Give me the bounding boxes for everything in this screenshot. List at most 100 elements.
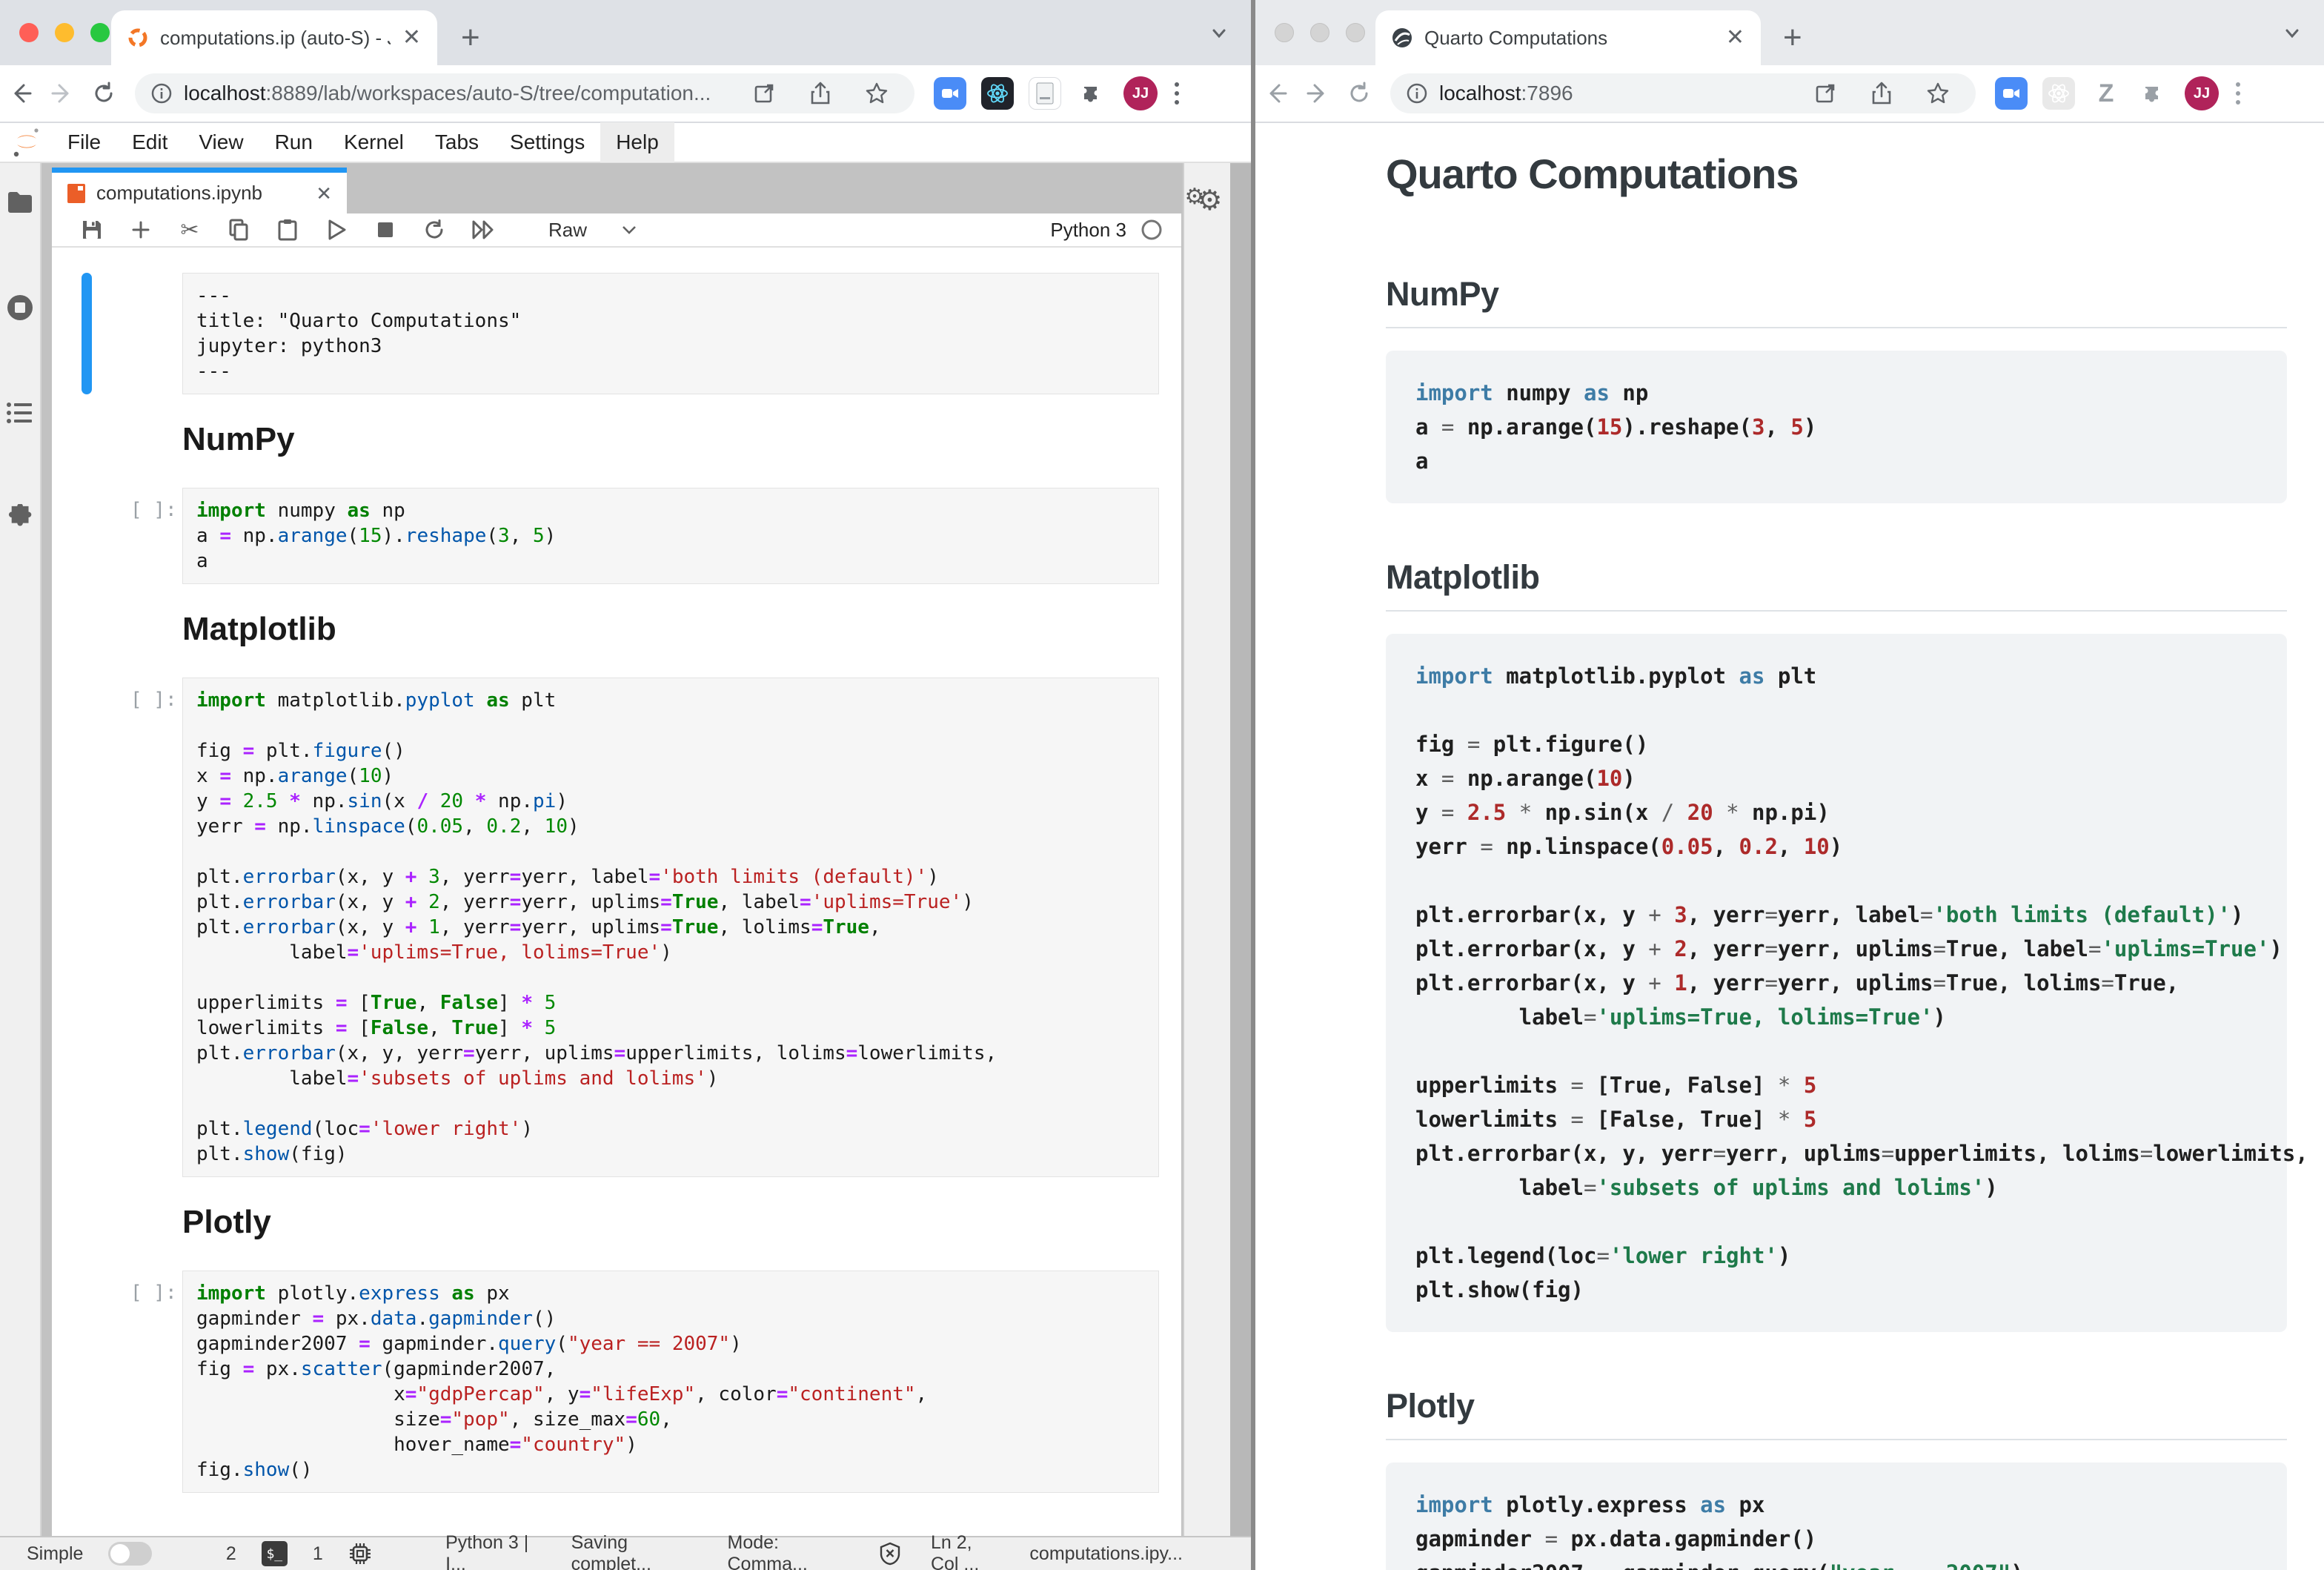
open-in-new-icon[interactable] xyxy=(1802,82,1848,105)
browser-tab-jupyter[interactable]: computations.ip (auto-S) - Jup ✕ xyxy=(111,10,437,65)
simple-mode-toggle[interactable] xyxy=(108,1542,152,1566)
browser-menu-icon[interactable] xyxy=(2234,80,2242,107)
share-icon[interactable] xyxy=(797,82,843,105)
jupyter-dock: computations.ipynb ✕ ✂ xyxy=(0,163,1251,1536)
left-url-bar: localhost:8889/lab/workspaces/auto-S/tre… xyxy=(0,65,1251,122)
section-heading-plotly[interactable]: Plotly xyxy=(182,1204,271,1241)
table-of-contents-icon[interactable] xyxy=(7,402,33,424)
address-bar[interactable]: localhost:8889/lab/workspaces/auto-S/tre… xyxy=(135,73,914,113)
raw-cell[interactable]: ---title: "Quarto Computations"jupyter: … xyxy=(182,273,1159,394)
url-text[interactable]: localhost:7896 xyxy=(1439,82,1792,105)
matplotlib-code-cell[interactable]: import matplotlib.pyplot as plt fig = pl… xyxy=(182,678,1159,1177)
left-tab-strip: computations.ip (auto-S) - Jup ✕ + xyxy=(0,0,1251,65)
open-in-new-icon[interactable] xyxy=(741,82,787,105)
share-icon[interactable] xyxy=(1859,82,1905,105)
new-tab-button[interactable]: + xyxy=(461,19,480,56)
minimize-window-button[interactable] xyxy=(1310,23,1329,42)
browser-tab-quarto[interactable]: Quarto Computations ✕ xyxy=(1375,10,1761,65)
site-info-icon[interactable] xyxy=(1405,82,1429,105)
profile-avatar[interactable]: JJ xyxy=(1123,76,1158,110)
tab-close-icon[interactable]: ✕ xyxy=(402,27,421,49)
kernel-indicator[interactable]: Python 3 xyxy=(1050,218,1163,242)
copy-cells-icon[interactable] xyxy=(225,219,252,241)
bookmark-star-icon[interactable] xyxy=(854,81,900,106)
menu-file[interactable]: File xyxy=(52,122,116,162)
zoom-window-button[interactable] xyxy=(1346,23,1365,42)
quarto-page[interactable]: Quarto Computations NumPy import numpy a… xyxy=(1255,123,2324,1570)
menu-kernel[interactable]: Kernel xyxy=(328,122,419,162)
trust-shield-icon[interactable] xyxy=(879,1542,901,1566)
statusbar-filename: computations.ipy... xyxy=(1029,1543,1183,1565)
file-browser-icon[interactable] xyxy=(7,191,33,213)
interrupt-kernel-icon[interactable] xyxy=(372,221,399,239)
dock-right-edge xyxy=(1230,163,1251,1536)
run-cell-icon[interactable] xyxy=(323,219,350,240)
selected-cell-bar[interactable] xyxy=(82,273,92,394)
new-tab-button[interactable]: + xyxy=(1783,19,1802,56)
cell-type-dropdown[interactable]: Raw xyxy=(548,219,637,242)
terminal-icon[interactable]: $_ xyxy=(262,1541,288,1566)
line-col-indicator[interactable]: Ln 2, Col ... xyxy=(931,1532,1000,1570)
bookmark-star-icon[interactable] xyxy=(1915,81,1961,106)
menu-view[interactable]: View xyxy=(183,122,259,162)
back-icon[interactable] xyxy=(0,81,42,106)
forward-icon[interactable] xyxy=(42,81,83,106)
restart-run-all-icon[interactable] xyxy=(470,220,497,239)
kernel-status-text[interactable]: Python 3 | I... xyxy=(445,1532,545,1570)
forward-icon[interactable] xyxy=(1297,81,1338,106)
menu-tabs[interactable]: Tabs xyxy=(419,122,494,162)
paste-cells-icon[interactable] xyxy=(274,219,301,241)
puzzle-extensions-icon[interactable] xyxy=(2137,77,2170,110)
zoom-window-button[interactable] xyxy=(90,23,110,42)
address-bar[interactable]: localhost:7896 xyxy=(1390,73,1976,113)
save-icon[interactable] xyxy=(79,219,105,241)
react-devtools-icon[interactable] xyxy=(2042,77,2075,110)
mode-indicator[interactable]: Mode: Comma... xyxy=(728,1532,854,1570)
minimize-window-button[interactable] xyxy=(55,23,74,42)
cut-cells-icon[interactable]: ✂ xyxy=(176,217,203,243)
menu-help[interactable]: Help xyxy=(600,122,674,162)
zoom-extension-icon[interactable] xyxy=(1995,77,2028,110)
url-text[interactable]: localhost:8889/lab/workspaces/auto-S/tre… xyxy=(184,82,731,105)
notes-extension-icon[interactable] xyxy=(1029,77,1061,110)
section-heading-numpy[interactable]: NumPy xyxy=(182,421,295,458)
add-cell-icon[interactable] xyxy=(127,219,154,240)
tab-close-icon[interactable]: ✕ xyxy=(1726,27,1744,49)
reload-icon[interactable] xyxy=(83,81,124,106)
extensions-row: Z JJ xyxy=(1995,76,2242,110)
window-controls-inactive[interactable] xyxy=(1275,23,1365,42)
notebook-tab[interactable]: computations.ipynb ✕ xyxy=(52,168,347,213)
z-extension-icon[interactable]: Z xyxy=(2090,77,2122,110)
menu-settings[interactable]: Settings xyxy=(494,122,600,162)
menu-edit[interactable]: Edit xyxy=(116,122,183,162)
numpy-code-cell[interactable]: import numpy as npa = np.arange(15).resh… xyxy=(182,488,1159,584)
tab-search-chevron-icon[interactable] xyxy=(1208,22,1230,44)
terminals-count[interactable]: 2 xyxy=(226,1543,236,1565)
plotly-code-cell[interactable]: import plotly.express as pxgapminder = p… xyxy=(182,1271,1159,1493)
property-inspector-gears-icon[interactable]: ⚙⚙ xyxy=(1185,181,1230,1536)
zoom-extension-icon[interactable] xyxy=(934,77,966,110)
extension-manager-icon[interactable] xyxy=(7,504,33,529)
menu-run[interactable]: Run xyxy=(259,122,328,162)
notebook-content[interactable]: ---title: "Quarto Computations"jupyter: … xyxy=(52,248,1181,1536)
window-controls[interactable] xyxy=(19,23,110,42)
close-window-button[interactable] xyxy=(1275,23,1294,42)
kernel-chip-icon[interactable] xyxy=(348,1542,372,1566)
kernels-count[interactable]: 1 xyxy=(313,1543,323,1565)
restart-kernel-icon[interactable] xyxy=(421,219,448,241)
quarto-favicon xyxy=(1392,27,1412,48)
react-devtools-icon[interactable] xyxy=(981,77,1014,110)
profile-avatar[interactable]: JJ xyxy=(2185,76,2219,110)
back-icon[interactable] xyxy=(1255,81,1297,106)
notebook-tab-close-icon[interactable]: ✕ xyxy=(316,184,332,203)
close-window-button[interactable] xyxy=(19,23,39,42)
running-kernels-icon[interactable] xyxy=(6,294,34,322)
site-info-icon[interactable] xyxy=(150,82,173,105)
cell-prompt: [ ]: xyxy=(130,488,182,584)
tab-search-chevron-icon[interactable] xyxy=(2281,22,2303,44)
section-heading-matplotlib[interactable]: Matplotlib xyxy=(182,611,336,648)
reload-icon[interactable] xyxy=(1338,81,1380,106)
tab-title: computations.ip (auto-S) - Jup xyxy=(160,27,391,50)
browser-menu-icon[interactable] xyxy=(1172,80,1181,107)
puzzle-extensions-icon[interactable] xyxy=(1076,77,1109,110)
